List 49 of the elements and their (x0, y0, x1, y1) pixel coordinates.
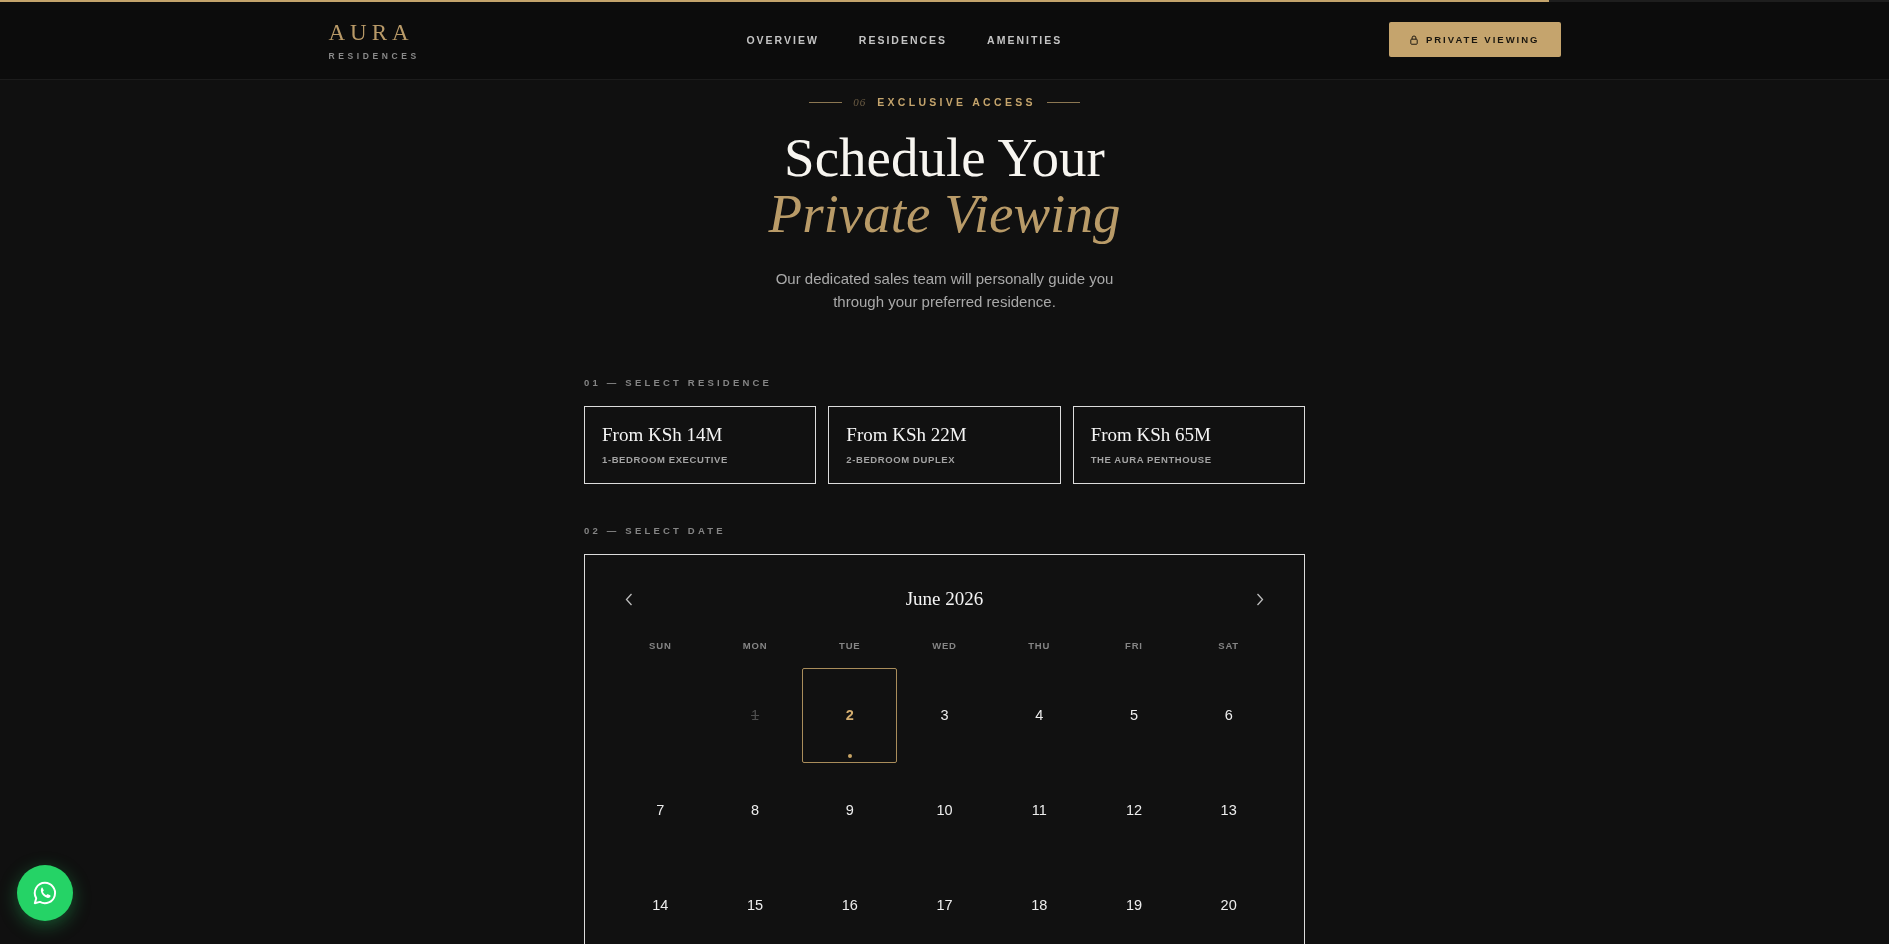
section-number: 06 (853, 96, 867, 108)
private-viewing-button[interactable]: PRIVATE VIEWING (1388, 22, 1561, 57)
day-button[interactable]: 7 (613, 762, 708, 858)
day-button[interactable]: 8 (707, 762, 803, 858)
weekday-label: TUE (839, 640, 861, 652)
day-button[interactable]: 16 (802, 857, 898, 944)
day-button[interactable]: 18 (991, 857, 1087, 944)
nav-link[interactable]: RESIDENCES (858, 33, 948, 46)
residence-option[interactable]: From KSh 65M THE AURA PENTHOUSE (1072, 406, 1305, 484)
month-title: June 2026 (905, 587, 984, 611)
day-button[interactable]: 13 (1181, 762, 1277, 858)
day-button[interactable]: 3 (897, 668, 992, 763)
day-button[interactable]: 19 (1086, 857, 1182, 944)
day-button[interactable]: 6 (1181, 668, 1277, 763)
page-title: Schedule Your Private Viewing (768, 130, 1121, 242)
intro-text: Our dedicated sales team will personally guide you through your preferred residence. (774, 269, 1115, 312)
nav-link[interactable]: OVERVIEW (746, 33, 819, 46)
weekday-label: SAT (1218, 640, 1239, 652)
chevron-right-icon (1256, 592, 1264, 606)
logo-tagline: RESIDENCES (328, 50, 420, 61)
weekday-label: WED (932, 640, 957, 652)
nav-link[interactable]: AMENITIES (987, 33, 1063, 46)
day-button[interactable]: 4 (991, 668, 1087, 763)
day-button[interactable]: 2 (802, 668, 898, 763)
lock-icon (1409, 34, 1418, 45)
day-button[interactable]: 9 (802, 762, 898, 858)
day-button[interactable]: 17 (897, 857, 992, 944)
day-button[interactable]: 10 (897, 762, 992, 858)
logo-wordmark[interactable]: AURA (328, 20, 414, 45)
chat-button[interactable] (17, 865, 73, 921)
chevron-left-icon (625, 592, 633, 606)
step-label: 01 — SELECT RESIDENCE (584, 377, 774, 389)
day-button[interactable]: 15 (707, 857, 803, 944)
day-button[interactable]: 20 (1181, 857, 1277, 944)
residence-option[interactable]: From KSh 14M 1-BEDROOM EXECUTIVE (584, 406, 817, 484)
weekday-label: THU (1028, 640, 1051, 652)
previous-month-button[interactable] (625, 592, 633, 606)
eyebrow-text: EXCLUSIVE ACCESS (877, 96, 1036, 108)
weekday-label: FRI (1125, 640, 1143, 652)
step-label: 02 — SELECT DATE (584, 525, 727, 537)
day-button[interactable]: 14 (613, 857, 708, 944)
day-button[interactable]: 12 (1086, 762, 1182, 858)
day-button[interactable]: 5 (1086, 668, 1182, 763)
weekday-label: MON (742, 640, 768, 652)
residence-option[interactable]: From KSh 22M 2-BEDROOM DUPLEX (828, 406, 1061, 484)
next-month-button[interactable] (1256, 592, 1264, 606)
day-button[interactable]: 11 (991, 762, 1087, 858)
weekday-label: SUN (649, 640, 672, 652)
phone-bubble-icon (32, 880, 58, 906)
